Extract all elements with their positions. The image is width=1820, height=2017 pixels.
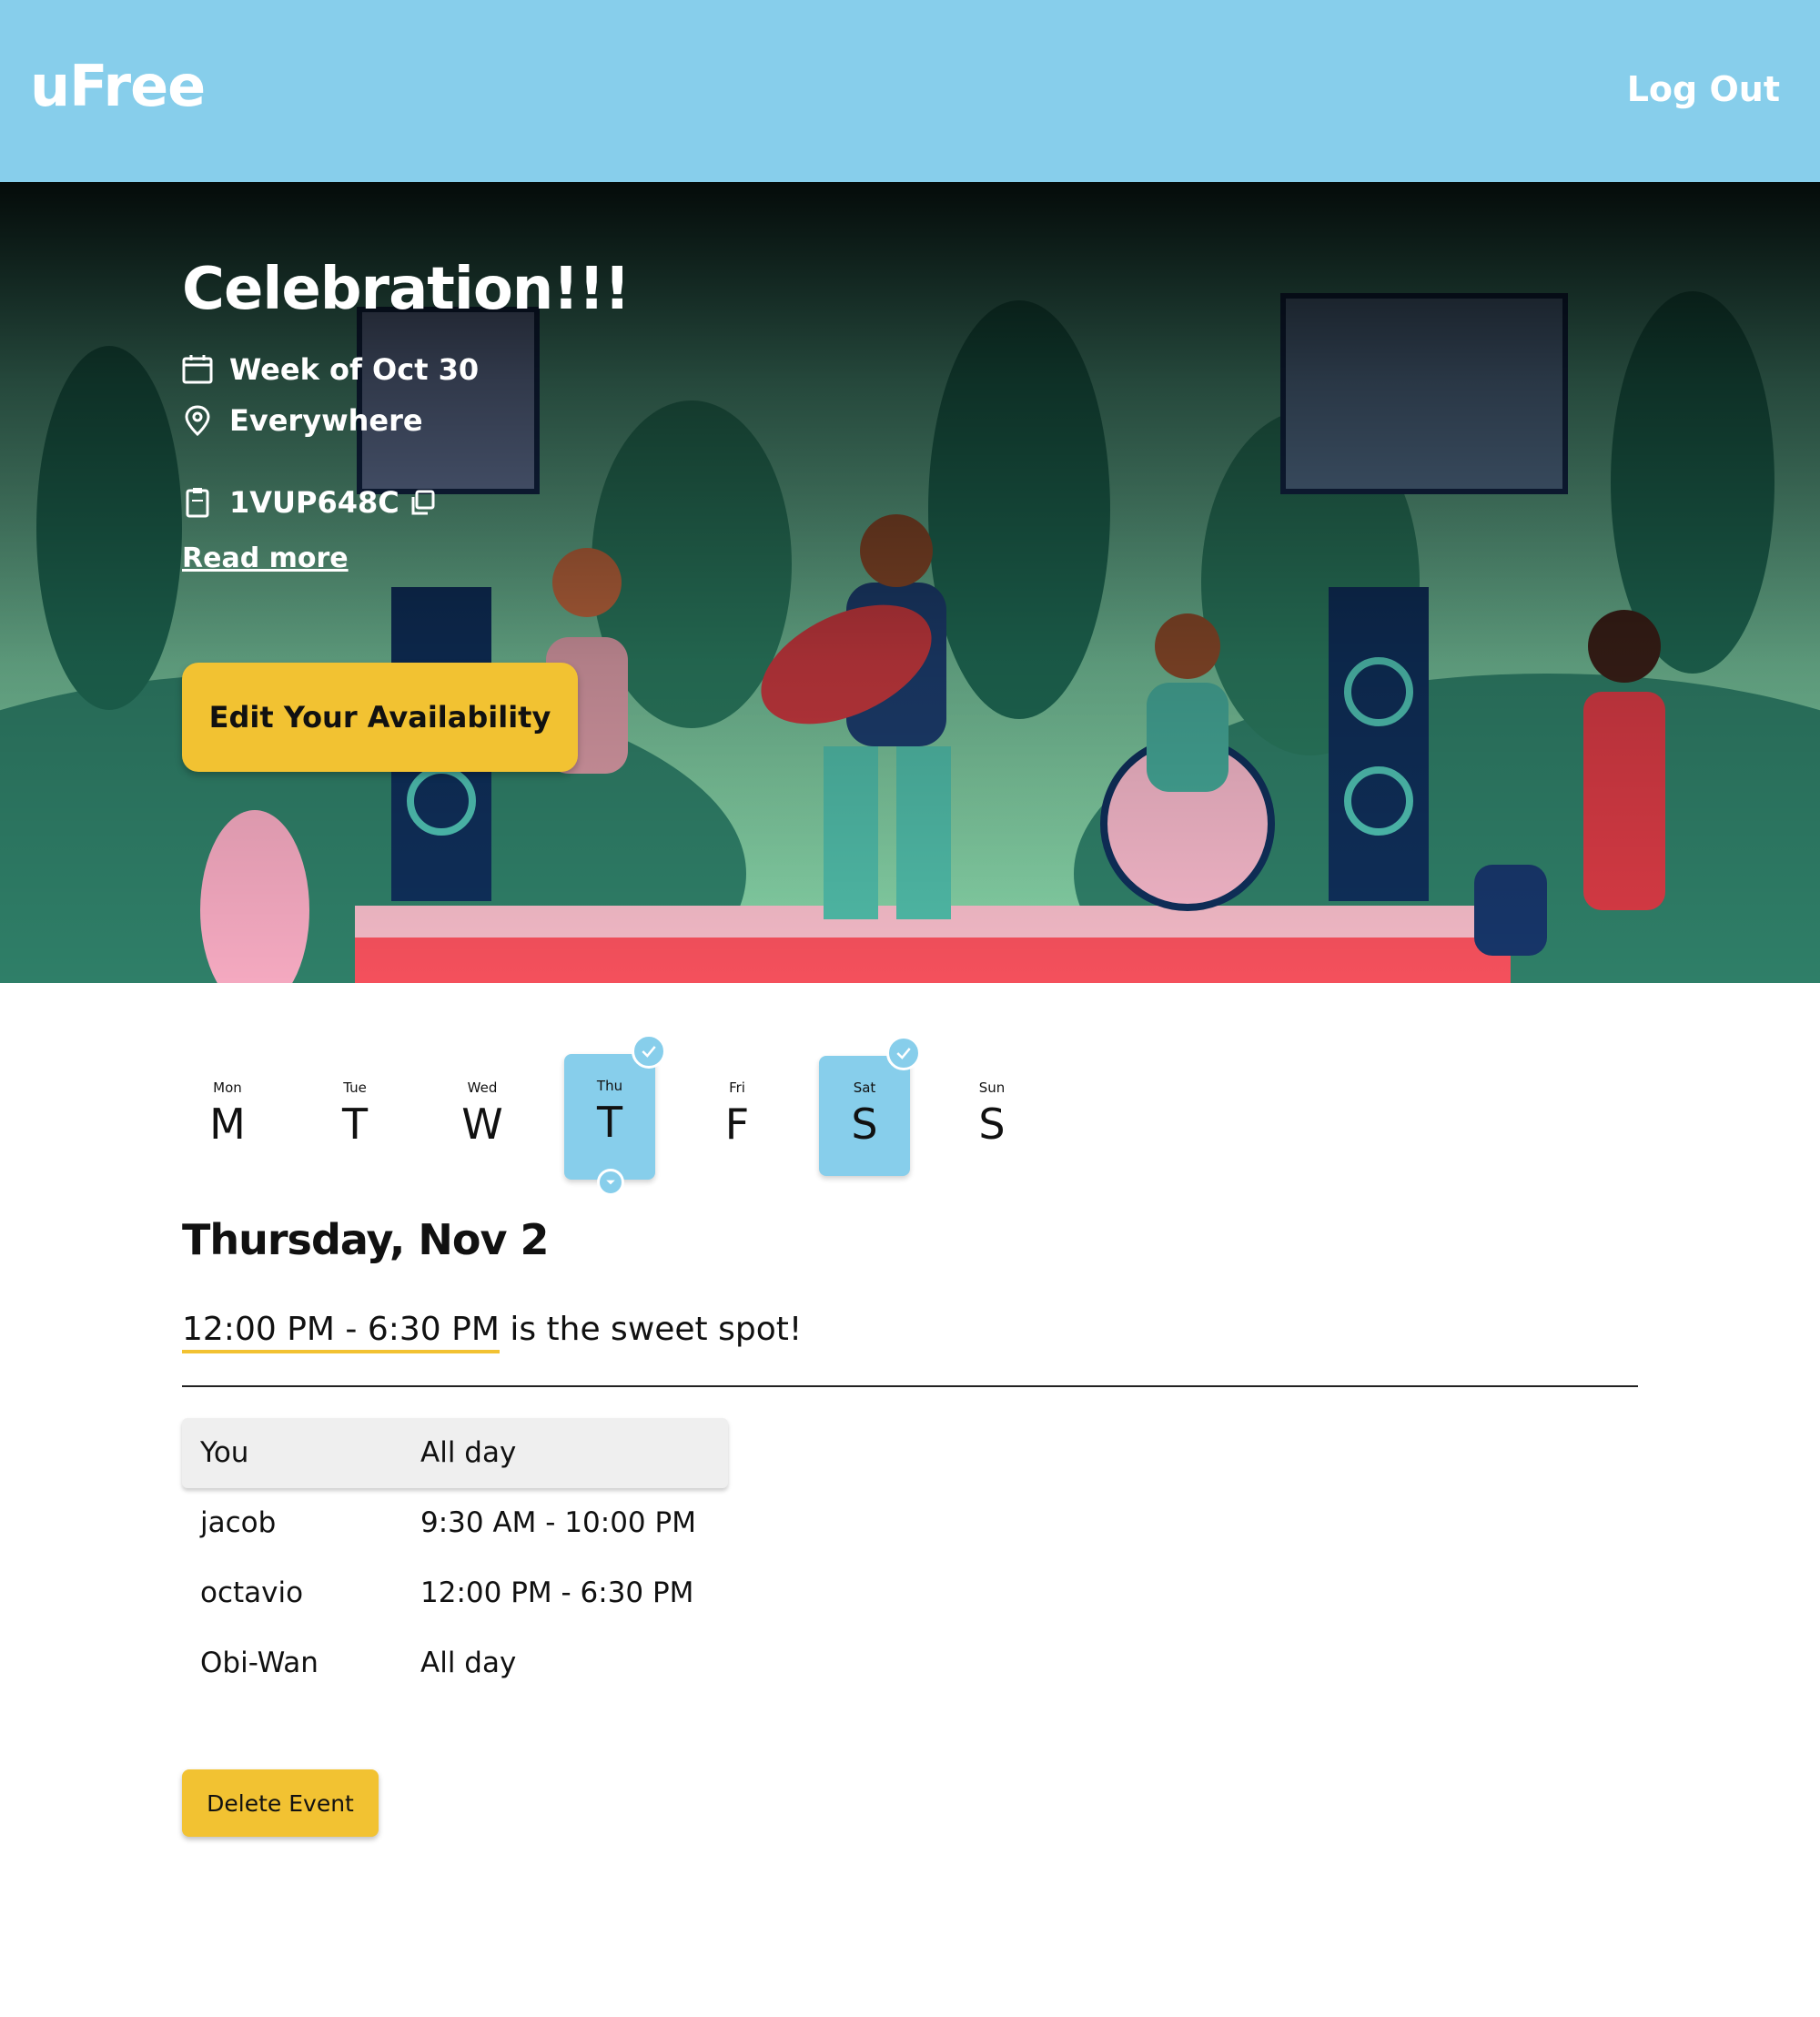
location-pin-icon bbox=[185, 405, 210, 436]
event-code-row: 1VUP648C bbox=[182, 477, 630, 528]
participant-time: All day bbox=[420, 1647, 517, 1679]
day-letter: S bbox=[851, 1100, 878, 1149]
day-short-label: Sat bbox=[853, 1079, 876, 1096]
clipboard-icon bbox=[186, 488, 209, 518]
event-week: Week of Oct 30 bbox=[229, 352, 480, 387]
chevron-down-icon bbox=[597, 1169, 624, 1196]
day-letter: W bbox=[461, 1100, 503, 1149]
participant-name: You bbox=[200, 1436, 249, 1469]
participant-time: 12:00 PM - 6:30 PM bbox=[420, 1576, 694, 1609]
selected-day-heading: Thursday, Nov 2 bbox=[182, 1215, 550, 1264]
checkmark-icon bbox=[632, 1034, 666, 1069]
availability-row: jacob 9:30 AM - 10:00 PM bbox=[182, 1488, 728, 1558]
participant-time: All day bbox=[420, 1436, 517, 1469]
event-code: 1VUP648C bbox=[229, 485, 399, 520]
day-short-label: Fri bbox=[729, 1079, 745, 1096]
day-letter: F bbox=[724, 1100, 750, 1149]
app-logo[interactable]: uFree bbox=[30, 53, 206, 119]
day-wed[interactable]: Wed W bbox=[437, 1056, 528, 1176]
participant-time: 9:30 AM - 10:00 PM bbox=[420, 1506, 696, 1539]
checkmark-icon bbox=[886, 1036, 921, 1070]
sweet-spot-text: 12:00 PM - 6:30 PM is the sweet spot! bbox=[182, 1311, 803, 1353]
day-short-label: Thu bbox=[596, 1078, 623, 1094]
event-title: Celebration!!! bbox=[182, 256, 631, 323]
participant-name: jacob bbox=[200, 1506, 277, 1539]
day-short-label: Mon bbox=[213, 1079, 242, 1096]
calendar-icon bbox=[182, 355, 213, 384]
participant-name: Obi-Wan bbox=[200, 1647, 318, 1679]
day-letter: T bbox=[596, 1098, 623, 1147]
week-day-picker: Mon M Tue T Wed W Thu T Fri F Sat S Sun S bbox=[182, 1034, 1019, 1201]
day-short-label: Sun bbox=[978, 1079, 1006, 1096]
day-letter: T bbox=[341, 1100, 369, 1149]
availability-row-you: You All day bbox=[182, 1418, 728, 1488]
day-sat[interactable]: Sat S bbox=[819, 1036, 921, 1176]
day-thu[interactable]: Thu T bbox=[564, 1034, 666, 1196]
read-more-link[interactable]: Read more bbox=[182, 542, 349, 574]
section-divider bbox=[182, 1385, 1638, 1387]
day-fri[interactable]: Fri F bbox=[692, 1056, 783, 1176]
delete-event-button[interactable]: Delete Event bbox=[182, 1769, 379, 1837]
edit-availability-button[interactable]: Edit Your Availability bbox=[182, 663, 578, 772]
copy-icon[interactable] bbox=[409, 489, 436, 516]
day-tue[interactable]: Tue T bbox=[309, 1056, 400, 1176]
day-letter: S bbox=[978, 1100, 1006, 1149]
day-letter: M bbox=[209, 1100, 246, 1149]
day-short-label: Tue bbox=[343, 1079, 367, 1096]
day-sun[interactable]: Sun S bbox=[946, 1056, 1037, 1176]
logout-link[interactable]: Log Out bbox=[1627, 69, 1780, 109]
event-details: Celebration!!! Week of Oct 30 Everywhere bbox=[182, 253, 631, 574]
sweet-spot-range: 12:00 PM - 6:30 PM bbox=[182, 1311, 500, 1353]
sweet-spot-suffix: is the sweet spot! bbox=[499, 1311, 803, 1348]
day-mon[interactable]: Mon M bbox=[182, 1056, 273, 1176]
event-location-row: Everywhere bbox=[182, 395, 630, 446]
event-week-row: Week of Oct 30 bbox=[182, 344, 630, 395]
participant-name: octavio bbox=[200, 1576, 304, 1609]
availability-row: octavio 12:00 PM - 6:30 PM bbox=[182, 1558, 728, 1628]
event-location: Everywhere bbox=[229, 403, 423, 438]
availability-list: You All day jacob 9:30 AM - 10:00 PM oct… bbox=[182, 1418, 728, 1698]
top-navbar: uFree Log Out bbox=[0, 0, 1820, 182]
day-short-label: Wed bbox=[467, 1079, 498, 1096]
availability-row: Obi-Wan All day bbox=[182, 1628, 728, 1698]
event-hero-banner: Celebration!!! Week of Oct 30 Everywhere bbox=[0, 182, 1820, 983]
